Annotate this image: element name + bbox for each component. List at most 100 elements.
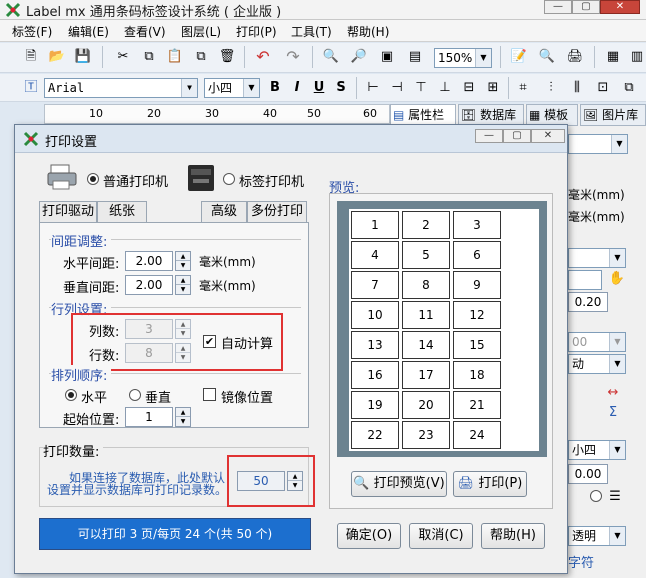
cols-field[interactable]: 3 [125, 319, 173, 339]
text-style-icon[interactable]: 🅃 [20, 77, 42, 99]
center-v-icon[interactable]: ⊞ [482, 77, 504, 99]
tab-properties[interactable]: ▤ 属性栏 [390, 104, 456, 126]
menu-tools[interactable]: 工具(T) [291, 23, 332, 40]
vertical-spacing-stepper[interactable]: ▲ ▼ [175, 275, 191, 295]
ok-button[interactable]: 确定(O) [337, 523, 401, 549]
paste-icon[interactable]: 📋 [164, 46, 186, 68]
grid-icon[interactable]: ▦ [602, 46, 624, 68]
line-width-field[interactable]: 0.20 [568, 292, 608, 312]
horizontal-spacing-field[interactable]: 2.00 [125, 251, 173, 271]
print-button[interactable]: 🖨 打印(P) [453, 471, 527, 497]
hand-icon[interactable]: ✋ [606, 268, 628, 290]
label-printer-label[interactable]: 标签打印机 [239, 171, 304, 190]
strike-button[interactable]: S [330, 77, 352, 99]
distribute-icon[interactable]: ⫶ [540, 77, 562, 99]
dialog-maximize-button[interactable]: ▢ [503, 129, 531, 143]
order-horizontal-radio[interactable] [65, 389, 77, 401]
print-preview-button[interactable]: 🔍 打印预览(V) [351, 471, 447, 497]
group-icon[interactable]: ⌗ [512, 77, 534, 99]
mirror-label[interactable]: 镜像位置 [221, 387, 273, 406]
tab-print-driver[interactable]: 打印驱动 [39, 201, 97, 223]
order-vertical-label[interactable]: 垂直 [145, 387, 171, 406]
width-icon[interactable]: ↔ [602, 382, 624, 404]
align-right-icon[interactable]: ⊣ [386, 77, 408, 99]
menu-layer[interactable]: 图层(L) [181, 23, 221, 40]
edit-icon[interactable]: 📝 [508, 46, 530, 68]
cancel-button[interactable]: 取消(C) [409, 523, 473, 549]
open-folder-icon[interactable]: 📂 [46, 46, 68, 68]
vertical-spacing-field[interactable]: 2.00 [125, 275, 173, 295]
object-select[interactable]: ▼ [568, 134, 628, 154]
minimize-button[interactable]: — [544, 0, 572, 14]
start-position-stepper[interactable]: ▲ ▼ [175, 407, 191, 427]
tab-database[interactable]: 🗄 数据库 [458, 104, 524, 126]
table-icon[interactable]: ▥ [626, 46, 646, 68]
tab-paper[interactable]: 纸张 [97, 201, 147, 223]
font-size-select[interactable]: 小四 ▼ [204, 78, 260, 98]
cols-stepper[interactable]: ▲ ▼ [175, 319, 191, 339]
tab-image-library[interactable]: 🖼 图片库 [580, 104, 646, 126]
dialog-close-button[interactable]: ✕ [531, 129, 565, 143]
start-position-field[interactable]: 1 [125, 407, 173, 427]
prop-select[interactable]: 动 ▼ [568, 354, 626, 374]
print-count-stepper[interactable]: ▲ ▼ [287, 471, 303, 491]
horizontal-spacing-stepper[interactable]: ▲ ▼ [175, 251, 191, 271]
prop-select[interactable]: ▼ [568, 248, 626, 268]
delete-icon[interactable]: 🗑 [216, 46, 238, 68]
align-radio[interactable] [590, 490, 602, 502]
background-select[interactable]: 透明 ▼ [568, 526, 626, 546]
cut-icon[interactable]: ✂ [112, 46, 134, 68]
spacing-field[interactable]: 0.00 [568, 464, 608, 484]
normal-printer-radio[interactable] [87, 173, 99, 185]
spacing-icon[interactable]: ⫼ [566, 77, 588, 99]
save-icon[interactable]: 💾 [72, 46, 94, 68]
dialog-minimize-button[interactable]: — [475, 129, 503, 143]
tab-advanced[interactable]: 高级 [201, 201, 247, 223]
menu-view[interactable]: 查看(V) [124, 23, 166, 40]
fit-page-icon[interactable]: ▣ [376, 46, 398, 68]
auto-calc-label[interactable]: 自动计算 [221, 333, 273, 352]
maximize-button[interactable]: ▢ [572, 0, 600, 14]
menu-edit[interactable]: 编辑(E) [68, 23, 109, 40]
tab-template[interactable]: ▦ 模板 [526, 104, 578, 126]
justify-icon[interactable]: ☰ [604, 486, 626, 508]
order-horizontal-label[interactable]: 水平 [81, 387, 107, 406]
underline-button[interactable]: U [308, 77, 330, 99]
zoom-out-icon[interactable]: 🔎 [348, 46, 370, 68]
rows-field[interactable]: 8 [125, 343, 173, 363]
zoom-select[interactable]: 150% ▼ [434, 48, 492, 68]
prop-field[interactable] [568, 270, 602, 290]
print-count-field[interactable]: 50 [237, 471, 285, 491]
order-vertical-radio[interactable] [129, 389, 141, 401]
duplicate-icon[interactable]: ⧉ [190, 46, 212, 68]
auto-calc-checkbox[interactable]: ✔ [203, 335, 216, 348]
preview-icon[interactable]: 🔍 [536, 46, 558, 68]
menu-print[interactable]: 打印(P) [236, 23, 277, 40]
font-size-select-right[interactable]: 小四 ▼ [568, 440, 626, 460]
help-button[interactable]: 帮助(H) [481, 523, 545, 549]
mirror-checkbox[interactable] [203, 388, 216, 401]
rows-stepper[interactable]: ▲ ▼ [175, 343, 191, 363]
tab-multi-copy[interactable]: 多份打印 [247, 201, 307, 223]
undo-icon[interactable]: ↶ [252, 46, 274, 68]
layer-icon[interactable]: ⧉ [618, 77, 640, 99]
close-button[interactable]: ✕ [600, 0, 640, 14]
italic-button[interactable]: I [286, 77, 308, 99]
font-name-select[interactable]: Arial ▼ [44, 78, 198, 98]
align-top-icon[interactable]: ⊤ [410, 77, 432, 99]
sigma-icon[interactable]: Σ [602, 402, 624, 424]
label-printer-radio[interactable] [223, 173, 235, 185]
normal-printer-label[interactable]: 普通打印机 [103, 171, 168, 190]
new-doc-icon[interactable]: 🗎 [20, 46, 42, 68]
copy-icon[interactable]: ⧉ [138, 46, 160, 68]
align-bottom-icon[interactable]: ⊥ [434, 77, 456, 99]
zoom-in-icon[interactable]: 🔍 [320, 46, 342, 68]
printer-icon[interactable]: 🖨 [564, 46, 586, 68]
bold-button[interactable]: B [264, 77, 286, 99]
prop-select-disabled[interactable]: 00 ▼ [568, 332, 626, 352]
align-left-icon[interactable]: ⊢ [362, 77, 384, 99]
redo-icon[interactable]: ↷ [282, 46, 304, 68]
fit-width-icon[interactable]: ▤ [404, 46, 426, 68]
center-h-icon[interactable]: ⊟ [458, 77, 480, 99]
size-icon[interactable]: ⊡ [592, 77, 614, 99]
